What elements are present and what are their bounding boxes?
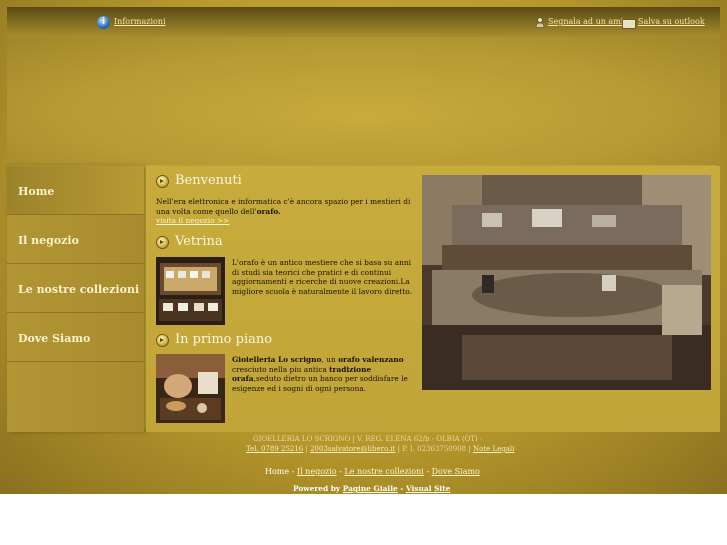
benvenuti-text-body: Nell'era elettronica e informatica c'è a… xyxy=(156,197,411,216)
bullet-arrow-icon xyxy=(156,334,169,347)
card-icon[interactable] xyxy=(622,19,636,29)
nav-item-label: Le nostre collezioni xyxy=(18,283,140,296)
footer-powered-by: Powered by Pagine Gialle - Visual Site xyxy=(293,484,450,493)
refer-friend-link[interactable]: Segnala ad un amico xyxy=(548,17,633,26)
footer-nav-collezioni[interactable]: Le nostre collezioni xyxy=(344,467,423,476)
vetrina-photo[interactable] xyxy=(156,257,225,325)
section-title-primo-piano: In primo piano xyxy=(175,332,273,347)
primo-piano-text: Gioielleria Lo scrigno, un orafo valenza… xyxy=(232,355,410,393)
footer-nav-separator: - xyxy=(423,467,432,476)
benvenuti-text: Nell'era elettronica e informatica c'è a… xyxy=(156,197,411,226)
nav-item-il-negozio[interactable]: Il negozio xyxy=(7,215,144,264)
nav-item-label: Il negozio xyxy=(18,234,79,247)
nav-item-label: Home xyxy=(18,185,55,198)
info-icon[interactable]: i xyxy=(97,16,110,29)
primo-piano-photo-art xyxy=(156,354,225,423)
bullet-arrow-icon xyxy=(156,236,169,249)
section-title-benvenuti: Benvenuti xyxy=(175,173,242,188)
footer-nav-il-negozio[interactable]: Il negozio xyxy=(297,467,337,476)
workshop-photo[interactable] xyxy=(422,175,711,390)
footer-nav-home[interactable]: Home xyxy=(265,467,289,476)
header-banner xyxy=(7,37,720,165)
footer-tel-link[interactable]: Tel. 0789 25216 xyxy=(246,445,303,453)
vetrina-photo-art xyxy=(156,257,225,325)
footer-contacts: Tel. 0789 25216 | 2003salvatore@libero.i… xyxy=(246,445,514,453)
footer-piva: | P. I. 02363750908 | xyxy=(395,445,473,453)
nav-item-label: Dove Siamo xyxy=(18,332,91,345)
primo-piano-bold-1: Gioielleria Lo scrigno xyxy=(232,355,322,364)
benvenuti-text-bold: orafo. xyxy=(256,206,281,216)
footer-nav-dove-siamo[interactable]: Dove Siamo xyxy=(432,467,480,476)
vetrina-text: L'orafo è un antico mestiere che si basa… xyxy=(232,258,412,296)
page: i Informazioni Segnala ad un amico Salva… xyxy=(0,0,727,545)
visual-site-link[interactable]: Visual Site xyxy=(406,484,450,493)
primo-piano-photo[interactable] xyxy=(156,354,225,423)
person-icon[interactable] xyxy=(535,17,545,28)
workshop-photo-art xyxy=(422,175,711,390)
primo-piano-text-2: cresciuto nella piu antica xyxy=(232,364,330,374)
bullet-arrow-icon xyxy=(156,175,169,188)
powered-by-label: Powered by xyxy=(293,484,343,493)
footer-email-link[interactable]: 2003salvatore@libero.it xyxy=(310,445,395,453)
footer-nav-separator: - xyxy=(289,467,297,476)
save-outlook-link[interactable]: Salva su outlook xyxy=(638,17,705,26)
nav-item-collezioni[interactable]: Le nostre collezioni xyxy=(7,264,144,313)
nav-item-home[interactable]: Home xyxy=(7,166,144,215)
sidebar-nav: Home Il negozio Le nostre collezioni Dov… xyxy=(7,166,144,432)
primo-piano-text-3: ,seduto dietro un banco per soddisfare l… xyxy=(232,374,408,393)
footer-note-legali-link[interactable]: Note Legali xyxy=(473,445,514,453)
powered-by-separator: - xyxy=(397,484,406,493)
primo-piano-text-1: , un xyxy=(321,355,339,364)
primo-piano-bold-2: orafo valenzano xyxy=(338,355,404,364)
footer-nav: Home - Il negozio - Le nostre collezioni… xyxy=(265,467,480,476)
pagine-gialle-link[interactable]: Pagine Gialle xyxy=(343,484,398,493)
info-link[interactable]: Informazioni xyxy=(114,17,166,26)
section-title-vetrina: Vetrina xyxy=(175,234,223,249)
footer-address: GIOELLERIA LO SCRIGNO | V. REG. ELENA 62… xyxy=(253,435,483,443)
visit-shop-link[interactable]: visita il negozio >> xyxy=(156,216,229,225)
nav-item-dove-siamo[interactable]: Dove Siamo xyxy=(7,313,144,362)
